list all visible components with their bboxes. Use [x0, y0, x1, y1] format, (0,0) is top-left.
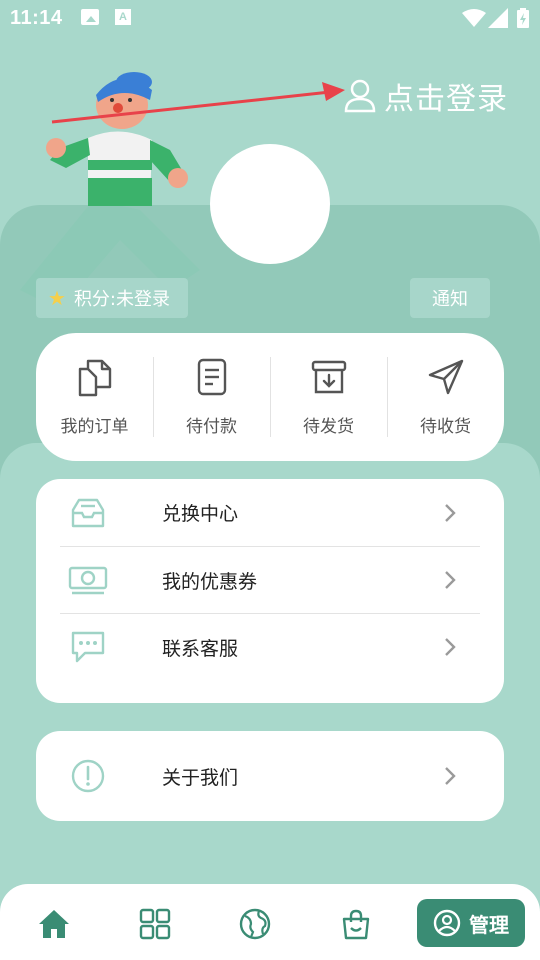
documents-icon — [78, 359, 111, 397]
bottom-navigation: 管理 — [0, 884, 540, 960]
menu-label: 联系客服 — [162, 637, 239, 660]
nav-manage[interactable]: 管理 — [417, 899, 525, 947]
order-label: 待收货 — [420, 417, 471, 437]
wifi-icon — [462, 9, 486, 27]
archive-box-icon — [311, 360, 346, 394]
login-label: 点击登录 — [384, 82, 508, 117]
battery-charging-icon — [517, 8, 529, 28]
nav-cart[interactable] — [338, 906, 374, 942]
avatar[interactable] — [210, 144, 330, 264]
shopping-bag-icon — [342, 909, 370, 940]
nav-discover[interactable] — [237, 906, 273, 942]
menu-my-coupons[interactable]: 我的优惠券 — [60, 546, 480, 613]
order-label: 我的订单 — [60, 417, 129, 437]
signal-icon — [488, 8, 508, 28]
receipt-icon — [197, 358, 226, 396]
chevron-right-icon — [445, 571, 456, 589]
manage-label: 管理 — [469, 912, 509, 937]
menu-label: 关于我们 — [162, 766, 239, 789]
chevron-right-icon — [445, 638, 456, 656]
user-circle-icon — [433, 909, 461, 937]
photo-icon — [81, 9, 99, 25]
order-pending-receipt[interactable]: 待收货 — [387, 357, 504, 437]
menu-card: 兑换中心 我的优惠券 联系客服 — [36, 479, 504, 703]
order-pending-payment[interactable]: 待付款 — [153, 357, 270, 437]
nav-home[interactable] — [36, 906, 72, 942]
inbox-tray-icon — [68, 493, 108, 533]
order-my-orders[interactable]: 我的订单 — [36, 357, 153, 437]
chevron-right-icon — [445, 767, 456, 785]
notification-button[interactable]: 通知 — [410, 278, 490, 318]
paper-plane-icon — [428, 359, 463, 395]
order-pending-shipment[interactable]: 待发货 — [270, 357, 387, 437]
grid-icon — [139, 908, 171, 940]
banknote-icon — [68, 560, 108, 600]
red-arrow-annotation — [51, 82, 345, 124]
globe-icon — [239, 908, 271, 940]
order-label: 待发货 — [303, 417, 354, 437]
user-outline-icon — [344, 79, 376, 113]
notification-label: 通知 — [432, 289, 468, 310]
menu-customer-service[interactable]: 联系客服 — [60, 613, 480, 680]
a-notification-icon: A — [115, 9, 131, 25]
exclamation-circle-icon — [68, 756, 108, 796]
status-time: 11:14 — [10, 7, 63, 29]
menu-exchange-center[interactable]: 兑换中心 — [60, 479, 480, 546]
nav-categories[interactable] — [137, 906, 173, 942]
star-icon: ★ — [48, 286, 66, 310]
orders-card: 我的订单 待付款 待发货 待收货 — [36, 333, 504, 461]
menu-about-us[interactable]: 关于我们 — [60, 731, 480, 821]
login-button[interactable]: 点击登录 — [344, 76, 508, 117]
menu-label: 兑换中心 — [162, 503, 239, 525]
order-label: 待付款 — [186, 417, 237, 437]
chevron-right-icon — [445, 503, 456, 522]
status-bar: 11:14 A — [0, 0, 540, 36]
menu-label: 我的优惠券 — [162, 570, 258, 593]
chat-bubble-icon — [68, 627, 108, 667]
points-label: 积分:未登录 — [73, 289, 171, 310]
points-badge[interactable]: ★ 积分:未登录 — [36, 278, 188, 318]
home-icon — [39, 910, 69, 938]
about-card: 关于我们 — [36, 731, 504, 821]
